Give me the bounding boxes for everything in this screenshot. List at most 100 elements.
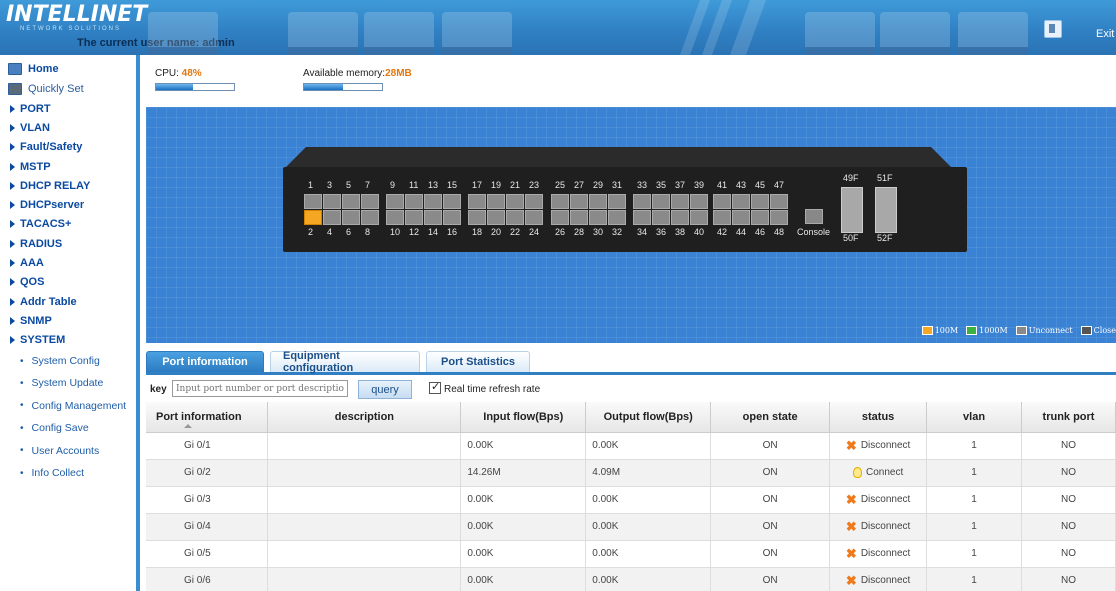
sidebar-item-radius[interactable]: RADIUS [0, 234, 136, 253]
switch-port-11[interactable] [405, 194, 423, 209]
submenu-config-management[interactable]: Config Management [0, 395, 136, 417]
sidebar-item-dhcpserver[interactable]: DHCPserver [0, 195, 136, 214]
switch-port-8[interactable] [361, 210, 379, 225]
column-header-port[interactable]: Port information [146, 402, 269, 433]
switch-port-36[interactable] [652, 210, 670, 225]
switch-port-44[interactable] [732, 210, 750, 225]
switch-port-41[interactable] [713, 194, 731, 209]
switch-port-32[interactable] [608, 210, 626, 225]
switch-port-12[interactable] [405, 210, 423, 225]
system-stats: CPU: 48% Available memory:28MB [150, 63, 1116, 103]
exit-button[interactable]: Exit [1096, 28, 1114, 40]
submenu-config-save[interactable]: Config Save [0, 417, 136, 439]
tab-port-information[interactable]: Port information [146, 351, 264, 372]
switch-port-3[interactable] [323, 194, 341, 209]
cell-trunk-port: NO [1021, 432, 1116, 460]
switch-port-28[interactable] [570, 210, 588, 225]
switch-port-40[interactable] [690, 210, 708, 225]
sidebar-item-vlan[interactable]: VLAN [0, 118, 136, 137]
switch-port-34[interactable] [633, 210, 651, 225]
submenu-info-collect[interactable]: Info Collect [0, 462, 136, 484]
header-tab-2[interactable] [288, 12, 358, 55]
sidebar-item-home[interactable]: Home [0, 59, 136, 79]
console-port[interactable] [805, 209, 823, 224]
header-tab-1[interactable] [148, 12, 218, 55]
switch-port-25[interactable] [551, 194, 569, 209]
sidebar-item-system[interactable]: SYSTEM [0, 331, 136, 350]
disconnect-icon: ✖ [845, 491, 857, 507]
switch-port-30[interactable] [589, 210, 607, 225]
switch-port-14[interactable] [424, 210, 442, 225]
switch-port-33[interactable] [633, 194, 651, 209]
switch-port-16[interactable] [443, 210, 461, 225]
switch-port-48[interactable] [770, 210, 788, 225]
switch-port-24[interactable] [525, 210, 543, 225]
cell-vlan: 1 [926, 513, 1023, 541]
switch-port-6[interactable] [342, 210, 360, 225]
switch-port-15[interactable] [443, 194, 461, 209]
tab-port-statistics[interactable]: Port Statistics [426, 351, 530, 372]
switch-port-17[interactable] [468, 194, 486, 209]
sidebar-item-dhcp-relay[interactable]: DHCP RELAY [0, 176, 136, 195]
switch-port-26[interactable] [551, 210, 569, 225]
switch-port-13[interactable] [424, 194, 442, 209]
table-row[interactable]: Gi 0/4 0.00K 0.00K ON ✖ Disconnect 1 NO [146, 513, 1116, 541]
switch-port-27[interactable] [570, 194, 588, 209]
switch-port-21[interactable] [506, 194, 524, 209]
table-row[interactable]: Gi 0/1 0.00K 0.00K ON ✖ Disconnect 1 NO [146, 432, 1116, 460]
switch-port-42[interactable] [713, 210, 731, 225]
sort-asc-icon[interactable] [184, 424, 192, 428]
sfp-port-51F[interactable] [875, 187, 897, 233]
switch-port-4[interactable] [323, 210, 341, 225]
switch-port-29[interactable] [589, 194, 607, 209]
header-tab-4[interactable] [442, 12, 512, 55]
switch-port-9[interactable] [386, 194, 404, 209]
port-search-input[interactable] [172, 380, 348, 397]
refresh-checkbox[interactable] [429, 380, 441, 394]
switch-port-46[interactable] [751, 210, 769, 225]
switch-port-7[interactable] [361, 194, 379, 209]
switch-port-37[interactable] [671, 194, 689, 209]
sidebar-item-tacacs[interactable]: TACACS+ [0, 215, 136, 234]
sidebar-item-snmp[interactable]: SNMP [0, 311, 136, 330]
switch-port-5[interactable] [342, 194, 360, 209]
switch-port-31[interactable] [608, 194, 626, 209]
submenu-system-config[interactable]: System Config [0, 350, 136, 372]
switch-port-2[interactable] [304, 210, 322, 225]
sidebar-item-quickly-set[interactable]: Quickly Set [0, 79, 136, 99]
table-row[interactable]: Gi 0/6 0.00K 0.00K ON ✖ Disconnect 1 NO [146, 567, 1116, 591]
header-tab-3[interactable] [364, 12, 434, 55]
query-button[interactable]: query [358, 380, 412, 399]
header-tab-6[interactable] [880, 12, 950, 55]
switch-port-18[interactable] [468, 210, 486, 225]
tab-equipment-configuration[interactable]: Equipment configuration [270, 350, 420, 374]
header-tab-5[interactable] [805, 12, 875, 55]
sidebar-item-fault-safety[interactable]: Fault/Safety [0, 138, 136, 157]
submenu-system-update[interactable]: System Update [0, 372, 136, 394]
submenu-user-accounts[interactable]: User Accounts [0, 439, 136, 461]
table-row[interactable]: Gi 0/3 0.00K 0.00K ON ✖ Disconnect 1 NO [146, 486, 1116, 514]
switch-port-10[interactable] [386, 210, 404, 225]
switch-port-43[interactable] [732, 194, 750, 209]
sfp-port-49F[interactable] [841, 187, 863, 233]
sidebar-item-port[interactable]: PORT [0, 99, 136, 118]
switch-port-39[interactable] [690, 194, 708, 209]
header-tab-7[interactable] [958, 12, 1028, 55]
switch-port-20[interactable] [487, 210, 505, 225]
switch-port-45[interactable] [751, 194, 769, 209]
table-row[interactable]: Gi 0/2 14.26M 4.09M ON Connect 1 NO [146, 459, 1116, 487]
exit-icon[interactable] [1044, 20, 1062, 38]
switch-port-38[interactable] [671, 210, 689, 225]
sidebar-item-qos[interactable]: QOS [0, 273, 136, 292]
sidebar-item-addr-table[interactable]: Addr Table [0, 292, 136, 311]
switch-port-23[interactable] [525, 194, 543, 209]
switch-port-35[interactable] [652, 194, 670, 209]
switch-port-47[interactable] [770, 194, 788, 209]
switch-port-19[interactable] [487, 194, 505, 209]
switch-port-22[interactable] [506, 210, 524, 225]
switch-port-1[interactable] [304, 194, 322, 209]
table-row[interactable]: Gi 0/5 0.00K 0.00K ON ✖ Disconnect 1 NO [146, 540, 1116, 568]
legend-label: Close [1093, 326, 1116, 335]
sidebar-item-mstp[interactable]: MSTP [0, 157, 136, 176]
sidebar-item-aaa[interactable]: AAA [0, 253, 136, 272]
